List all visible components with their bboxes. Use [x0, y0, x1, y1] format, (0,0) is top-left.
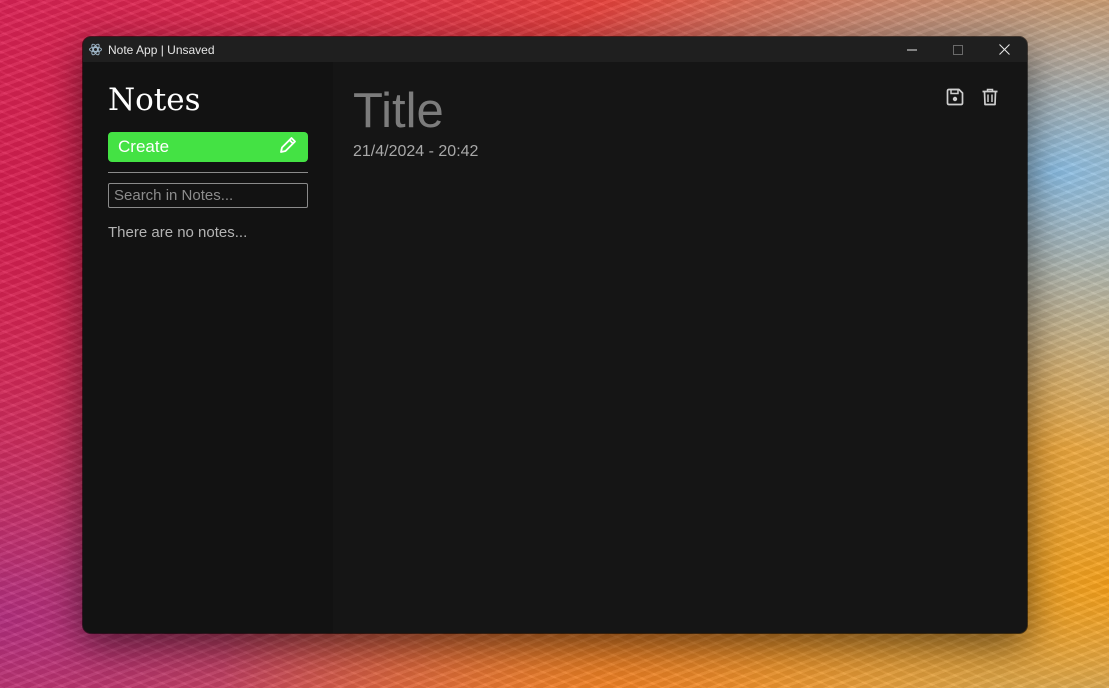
maximize-button[interactable]	[935, 37, 981, 62]
title-bar[interactable]: Note App | Unsaved	[83, 37, 1027, 62]
note-title[interactable]: Title	[353, 83, 444, 139]
sidebar: Notes Create There are no notes...	[83, 62, 333, 633]
create-button-label: Create	[118, 137, 170, 156]
close-button[interactable]	[981, 37, 1027, 62]
window-controls	[889, 37, 1027, 62]
minimize-icon	[907, 49, 917, 50]
window-title: Note App | Unsaved	[108, 42, 215, 57]
close-icon	[998, 44, 1010, 55]
sidebar-divider	[108, 172, 308, 173]
create-button[interactable]: Create	[108, 132, 308, 162]
app-window: Note App | Unsaved Notes Create Search i…	[83, 37, 1027, 633]
sidebar-heading: Notes	[108, 82, 201, 118]
delete-button[interactable]	[979, 86, 1001, 108]
save-button[interactable]	[944, 86, 966, 108]
pencil-icon	[278, 135, 298, 160]
minimize-button[interactable]	[889, 37, 935, 62]
app-icon	[88, 43, 102, 57]
maximize-icon	[953, 44, 963, 55]
note-editor: Title 21/4/2024 - 20:42	[333, 62, 1027, 633]
save-icon	[946, 88, 964, 106]
empty-notes-message: There are no notes...	[108, 224, 248, 241]
search-input[interactable]	[108, 183, 308, 208]
note-date: 21/4/2024 - 20:42	[353, 143, 479, 160]
editor-toolbar	[944, 86, 1001, 108]
trash-icon	[982, 88, 998, 106]
